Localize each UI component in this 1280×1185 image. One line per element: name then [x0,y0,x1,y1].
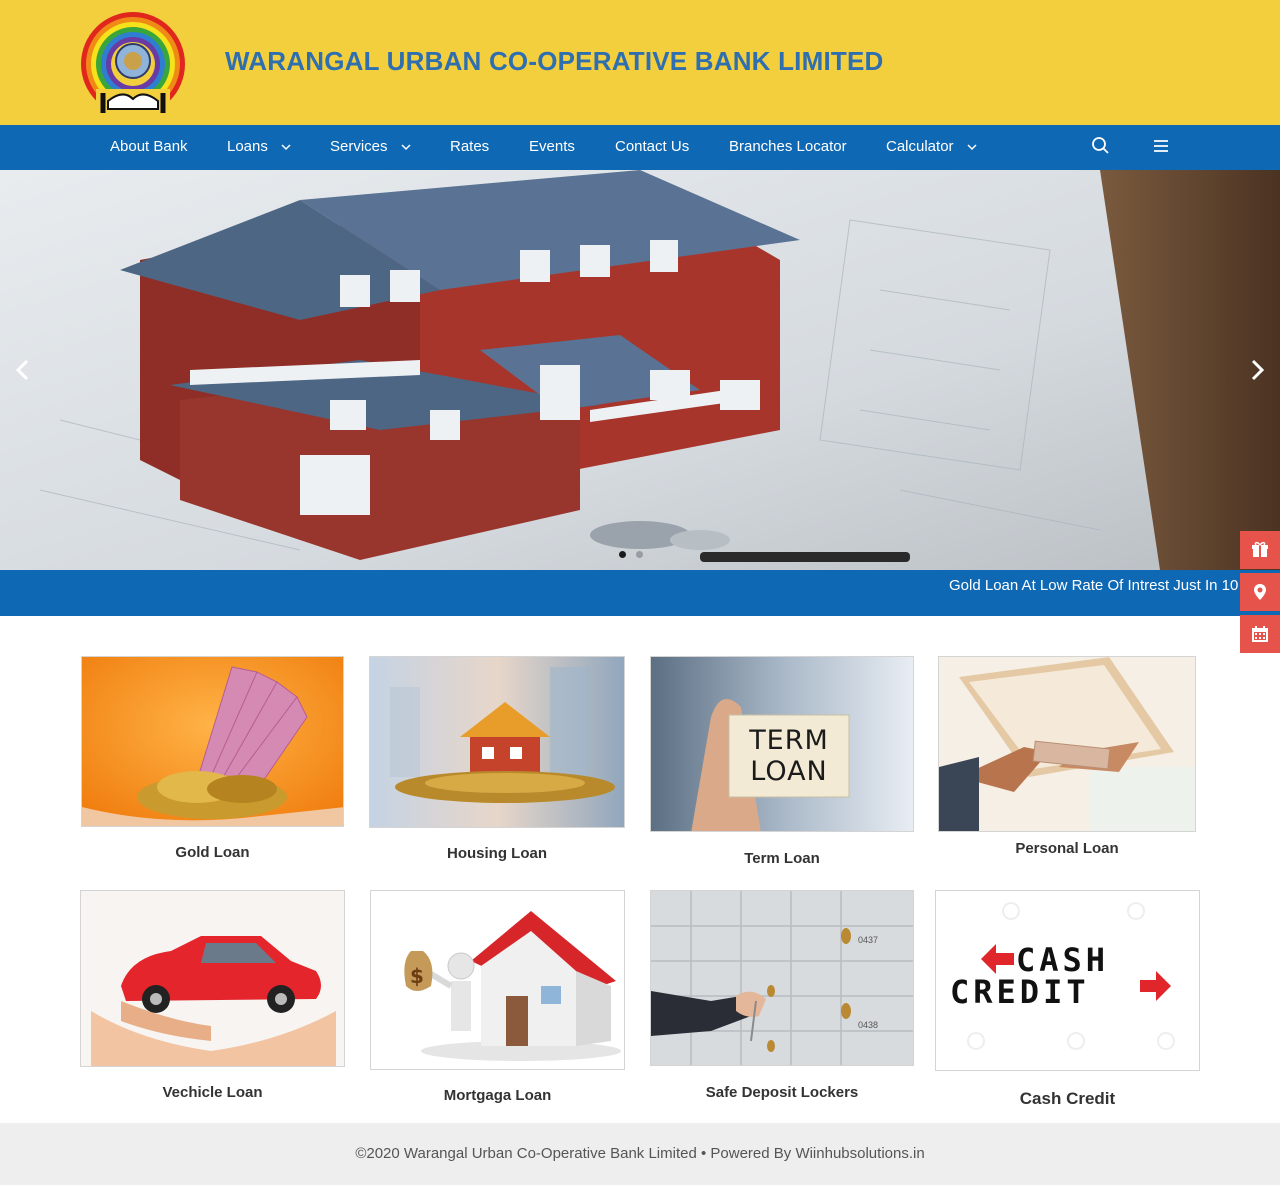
nav-item-events[interactable]: Events [529,125,575,170]
card-label[interactable]: Term Loan [650,850,914,867]
news-ticker: Gold Loan At Low Rate Of Intrest Just In… [0,570,1280,616]
svg-text:$: $ [410,964,424,988]
nav-item-contact-us[interactable]: Contact Us [615,125,689,170]
nav-item-label: Loans [227,138,268,155]
personal-loan-image[interactable] [938,656,1196,832]
term-loan-image-text: TERM [749,725,829,756]
card-label[interactable]: Safe Deposit Lockers [650,1084,914,1101]
gift-icon [1252,541,1268,557]
cash-credit-image[interactable]: CASH CREDIT [935,890,1200,1071]
slider-dot-active[interactable] [619,551,626,558]
site-footer: ©2020 Warangal Urban Co-Operative Bank L… [0,1123,1280,1185]
nav-item-label: About Bank [110,138,188,155]
bank-logo[interactable] [78,9,188,116]
cash-credit-image-text: CREDIT [950,973,1090,1011]
slider-dot[interactable] [636,551,643,558]
calendar-icon [1252,626,1268,642]
location-button[interactable] [1240,573,1280,611]
mortgaga-loan-image[interactable]: $ [370,890,625,1070]
card-label[interactable]: Gold Loan [81,844,344,861]
nav-item-label: Rates [450,138,490,155]
site-header: WARANGAL URBAN CO-OPERATIVE BANK LIMITED [0,0,1280,125]
nav-item-label: Events [529,138,575,155]
gold-loan-image[interactable] [81,656,344,827]
chevron-down-icon [401,144,411,151]
locker-number: 0438 [858,1020,879,1030]
chevron-left-icon[interactable] [8,355,38,385]
nav-item-label: Contact Us [615,138,690,155]
nav-item-services[interactable]: Services [330,125,412,170]
card-label[interactable]: Housing Loan [369,845,625,862]
card-label[interactable]: Mortgaga Loan [370,1087,625,1104]
card-label[interactable]: Cash Credit [935,1089,1200,1109]
ticker-text[interactable]: Gold Loan At Low Rate Of Intrest Just In… [949,577,1238,594]
search-icon[interactable] [1091,136,1111,156]
main-navigation: About Bank Loans Services Rates Events C… [0,125,1280,170]
housing-loan-image[interactable] [369,656,625,828]
footer-copyright[interactable]: ©2020 Warangal Urban Co-Operative Bank L… [0,1145,1280,1162]
locker-number: 0437 [858,935,879,945]
nav-item-rates[interactable]: Rates [450,125,489,170]
term-loan-image[interactable]: TERM LOAN [650,656,914,832]
gift-button[interactable] [1240,531,1280,569]
hero-slider[interactable] [0,170,1280,570]
safe-deposit-lockers-image[interactable]: 0437 0438 [650,890,914,1066]
calendar-button[interactable] [1240,615,1280,653]
nav-item-label: Services [330,138,388,155]
nav-item-loans[interactable]: Loans [227,125,292,170]
card-label[interactable]: Personal Loan [938,840,1196,857]
chevron-right-icon[interactable] [1242,355,1272,385]
nav-item-label: Calculator [886,138,954,155]
hero-slide-image [0,170,1280,570]
map-pin-icon [1254,584,1266,600]
card-label[interactable]: Vechicle Loan [80,1084,345,1101]
chevron-down-icon [967,144,977,151]
term-loan-image-text: LOAN [750,756,828,787]
nav-item-branches-locator[interactable]: Branches Locator [729,125,847,170]
nav-item-calculator[interactable]: Calculator [886,125,978,170]
vechicle-loan-image[interactable] [80,890,345,1067]
nav-item-label: Branches Locator [729,138,847,155]
hamburger-icon[interactable] [1151,136,1171,156]
chevron-down-icon [281,144,291,151]
nav-item-about-bank[interactable]: About Bank [110,125,188,170]
site-title[interactable]: WARANGAL URBAN CO-OPERATIVE BANK LIMITED [225,46,883,77]
